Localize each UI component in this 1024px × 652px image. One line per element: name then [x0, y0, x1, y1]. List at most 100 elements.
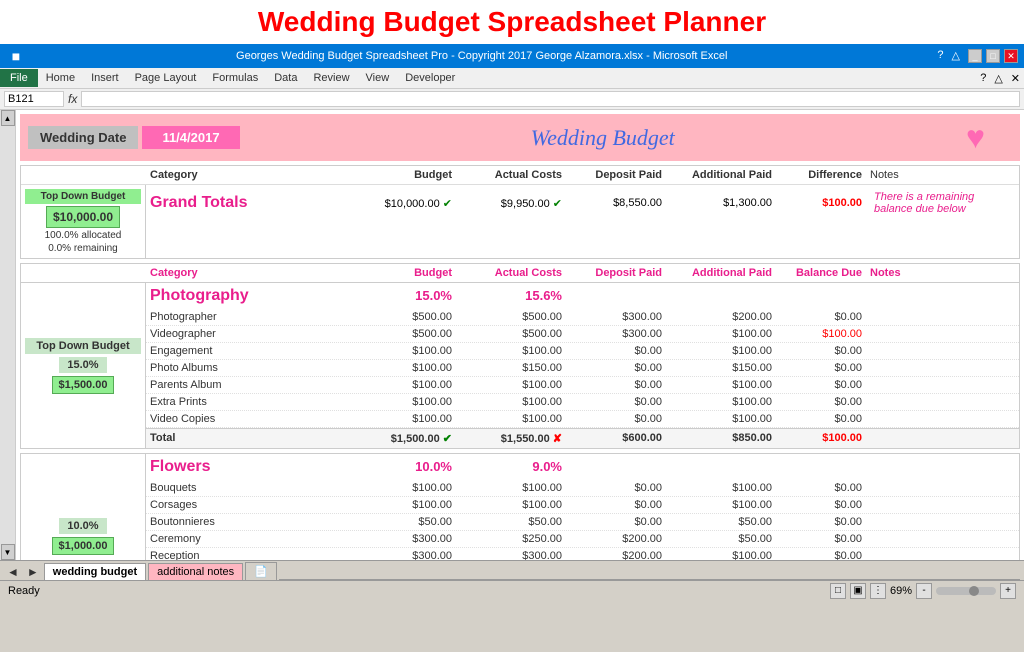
wedding-budget-title: Wedding Budget	[240, 125, 966, 151]
view-normal-button[interactable]: □	[830, 583, 846, 599]
photo-name-row: Photography 15.0% 15.6%	[146, 283, 1019, 309]
zoom-out-button[interactable]: -	[916, 583, 932, 599]
photography-section: Top Down Budget 15.0% $1,500.00 Photogra…	[20, 282, 1020, 449]
menu-bar: File Home Insert Page Layout Formulas Da…	[0, 68, 1024, 89]
photo-row-3: Engagement $100.00 $100.00 $0.00 $100.00…	[146, 343, 1019, 360]
scroll-down-button[interactable]: ▼	[1, 544, 15, 560]
photo-budget-pct: 15.0%	[346, 286, 456, 305]
grand-note: There is a remaining balance due below	[866, 189, 1019, 217]
wedding-date-row: Wedding Date 11/4/2017 Wedding Budget ♥ …	[20, 114, 1020, 161]
flowers-outer: 10.0% $1,000.00 Flowers 10.0% 9.0% Bouqu…	[21, 454, 1019, 560]
grand-totals-row: Grand Totals $10,000.00 ✔ $9,950.00 ✔ $8…	[146, 185, 1019, 221]
spreadsheet-content: Wedding Date 11/4/2017 Wedding Budget ♥ …	[16, 110, 1024, 560]
top-down-label: Top Down Budget	[25, 189, 141, 204]
photography-right: Photography 15.0% 15.6% Photographer $50…	[146, 283, 1019, 448]
col-header-deposit: Deposit Paid	[566, 168, 666, 182]
minimize-ribbon-icon[interactable]: △	[990, 72, 1006, 85]
photo-row-7: Video Copies $100.00 $100.00 $0.00 $100.…	[146, 411, 1019, 428]
col-header-notes: Notes	[866, 168, 1019, 182]
flowers-right: Flowers 10.0% 9.0% Bouquets $100.00 $100…	[146, 454, 1019, 560]
remaining-text: 0.0% remaining	[48, 243, 117, 254]
cat-col-additional: Additional Paid	[666, 266, 776, 280]
photo-amount: $1,500.00	[52, 376, 115, 394]
page-main-title: Wedding Budget Spreadsheet Planner	[0, 0, 1024, 44]
close-icon[interactable]: ✕	[1007, 72, 1024, 85]
flowers-name-row: Flowers 10.0% 9.0%	[146, 454, 1019, 480]
photo-total-row: Total $1,500.00 ✔ $1,550.00 ✘ $600.00 $8…	[146, 428, 1019, 448]
menu-developer[interactable]: Developer	[397, 69, 463, 87]
flowers-section: 10.0% $1,000.00 Flowers 10.0% 9.0% Bouqu…	[20, 453, 1020, 560]
grand-budget-val: $10,000.00 ✔	[346, 195, 456, 212]
close-button[interactable]: ✕	[1004, 49, 1018, 63]
window-controls: ? △ _ □ ✕	[937, 49, 1018, 63]
zoom-percentage: 69%	[890, 585, 912, 597]
flowers-budget-pct: 10.0%	[346, 457, 456, 476]
flower-row-2: Corsages $100.00 $100.00 $0.00 $100.00 $…	[146, 497, 1019, 514]
grand-actual-val: $9,950.00 ✔	[456, 195, 566, 212]
grand-totals-name: Grand Totals	[146, 192, 346, 214]
menu-insert[interactable]: Insert	[83, 69, 127, 87]
zoom-slider[interactable]	[936, 587, 996, 595]
flowers-pct: 10.0%	[59, 518, 106, 534]
photo-total-check: ✔	[443, 433, 452, 445]
photography-outer: Top Down Budget 15.0% $1,500.00 Photogra…	[21, 283, 1019, 448]
minimize-button[interactable]: _	[968, 49, 982, 63]
grand-difference-val: $100.00	[776, 195, 866, 211]
ribbon-toggle[interactable]: △	[952, 49, 960, 63]
cat-col-budget: Budget	[346, 266, 456, 280]
bottom-area: ◄ ► wedding budget additional notes 📄 Re…	[0, 560, 1024, 600]
cat-header-left	[21, 266, 146, 280]
photo-row-4: Photo Albums $100.00 $150.00 $0.00 $150.…	[146, 360, 1019, 377]
col-header-budget: Budget	[346, 168, 456, 182]
menu-home[interactable]: Home	[38, 69, 83, 87]
menu-data[interactable]: Data	[266, 69, 305, 87]
grand-budget-amount: $10,000.00	[46, 206, 120, 228]
sheet-tab-additional-notes[interactable]: additional notes	[148, 563, 243, 580]
menu-review[interactable]: Review	[305, 69, 357, 87]
zoom-in-button[interactable]: +	[1000, 583, 1016, 599]
heart-pink-icon: ♥	[966, 119, 985, 156]
heart-icons-area: ♥ ♥	[966, 119, 1012, 156]
flowers-name: Flowers	[146, 456, 346, 478]
photo-top-down-label: Top Down Budget	[25, 338, 141, 354]
menu-view[interactable]: View	[358, 69, 398, 87]
menu-page-layout[interactable]: Page Layout	[127, 69, 205, 87]
budget-check-icon: ✔	[443, 198, 452, 210]
help-menu-icon[interactable]: ?	[976, 72, 990, 84]
flowers-sidebar: 10.0% $1,000.00	[21, 454, 146, 560]
actual-check-icon: ✔	[553, 198, 562, 210]
status-right-controls: □ ▣ ⋮ 69% - +	[830, 583, 1016, 599]
photo-row-5: Parents Album $100.00 $100.00 $0.00 $100…	[146, 377, 1019, 394]
menu-file[interactable]: File	[0, 69, 38, 87]
col-header-category: Category	[146, 168, 346, 182]
window-title: Georges Wedding Budget Spreadsheet Pro -…	[26, 50, 937, 62]
sheet-prev-button[interactable]: ◄	[4, 564, 22, 580]
cell-reference-input[interactable]	[4, 91, 64, 107]
fx-label: fx	[68, 92, 77, 106]
category-headers: Category Budget Actual Costs Deposit Pai…	[20, 263, 1020, 282]
col-header-actual: Actual Costs	[456, 168, 566, 182]
cat-col-deposit: Deposit Paid	[566, 266, 666, 280]
photo-pct: 15.0%	[59, 357, 106, 373]
grand-deposit-val: $8,550.00	[566, 195, 666, 211]
excel-icon: ■	[6, 46, 26, 66]
cat-col-actual: Actual Costs	[456, 266, 566, 280]
flower-row-5: Reception $300.00 $300.00 $200.00 $100.0…	[146, 548, 1019, 560]
vertical-scroll-area[interactable]: ▲ ▼	[0, 110, 16, 560]
view-page-break-button[interactable]: ⋮	[870, 583, 886, 599]
formula-input[interactable]	[81, 91, 1020, 107]
flowers-amount: $1,000.00	[52, 537, 115, 555]
grand-totals-section: Category Budget Actual Costs Deposit Pai…	[20, 165, 1020, 259]
maximize-button[interactable]: □	[986, 49, 1000, 63]
zoom-slider-thumb[interactable]	[969, 586, 979, 596]
cat-col-category: Category	[146, 266, 346, 280]
menu-formulas[interactable]: Formulas	[204, 69, 266, 87]
help-icon[interactable]: ?	[937, 49, 943, 63]
sheet-tab-new[interactable]: 📄	[245, 562, 277, 580]
sheet-tab-wedding-budget[interactable]: wedding budget	[44, 563, 146, 580]
sheet-next-button[interactable]: ►	[24, 564, 42, 580]
scroll-up-button[interactable]: ▲	[1, 110, 15, 126]
view-page-layout-button[interactable]: ▣	[850, 583, 866, 599]
grand-totals-sidebar: Top Down Budget $10,000.00 100.0% alloca…	[21, 185, 146, 258]
grand-totals-right: Grand Totals $10,000.00 ✔ $9,950.00 ✔ $8…	[146, 185, 1019, 258]
